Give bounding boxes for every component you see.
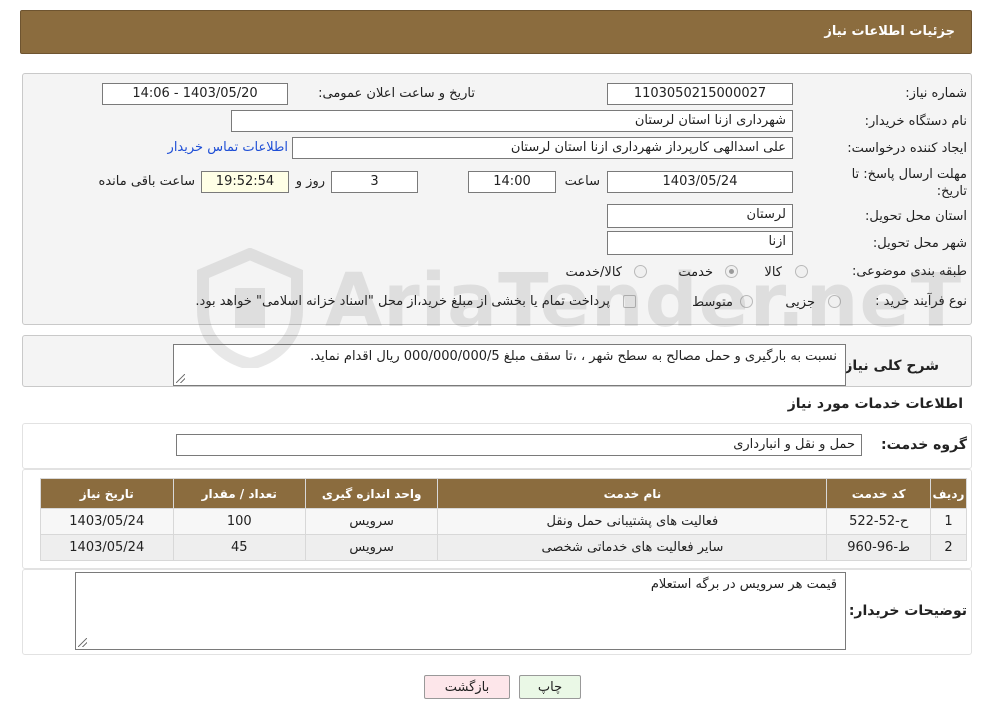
col-service-code: کد خدمت xyxy=(826,478,931,509)
col-row-number: ردیف xyxy=(929,478,968,509)
province-field[interactable]: لرستان xyxy=(607,204,793,228)
watermark: AriaTender.neT xyxy=(195,248,961,368)
cell-quantity: 100 xyxy=(172,508,306,535)
buyer-org-label: نام دستگاه خریدار: xyxy=(864,114,967,129)
announce-date-label: تاریخ و ساعت اعلان عمومی: xyxy=(318,86,475,101)
table-row[interactable]: 2 ط-96-960 سایر فعالیت های خدماتی شخصی س… xyxy=(40,534,968,561)
col-need-date: تاریخ نیاز xyxy=(40,478,174,509)
resize-grip-icon[interactable] xyxy=(78,638,87,647)
watermark-text: AriaTender.neT xyxy=(325,258,963,344)
buyer-org-field[interactable]: شهرداری ازنا استان لرستان xyxy=(231,110,793,132)
resize-grip-icon[interactable] xyxy=(176,374,185,383)
buyer-notes-textarea[interactable]: قیمت هر سرویس در برگه استعلام xyxy=(75,572,846,650)
col-service-name: نام خدمت xyxy=(437,478,828,509)
cell-row-number: 2 xyxy=(929,534,968,561)
print-button[interactable]: چاپ xyxy=(519,675,581,699)
creator-label: ایجاد کننده درخواست: xyxy=(847,141,967,156)
announce-date-field[interactable]: 1403/05/20 - 14:06 xyxy=(102,83,288,105)
service-group-label: گروه خدمت: xyxy=(881,437,967,453)
deadline-date-field[interactable]: 1403/05/24 xyxy=(607,171,793,193)
need-number-label: شماره نیاز: xyxy=(905,86,967,101)
cell-service-name: فعالیت های پشتیبانی حمل ونقل xyxy=(437,508,828,535)
deadline-label: مهلت ارسال پاسخ: تا تاریخ: xyxy=(851,167,967,199)
need-number-field[interactable]: 1103050215000027 xyxy=(607,83,793,105)
days-remaining-field[interactable]: 3 xyxy=(331,171,418,193)
col-unit: واحد اندازه گیری xyxy=(304,478,439,509)
summary-label: شرح کلی نیاز: xyxy=(838,358,939,374)
watermark-logo-icon xyxy=(197,248,303,368)
deadline-time-label: ساعت xyxy=(564,174,600,189)
cell-service-code: ح-52-522 xyxy=(826,508,931,535)
cell-quantity: 45 xyxy=(172,534,306,561)
buyer-notes-label: توضیحات خریدار: xyxy=(848,603,967,619)
services-table-header: ردیف کد خدمت نام خدمت واحد اندازه گیری ت… xyxy=(40,478,968,509)
buyer-contact-link[interactable]: اطلاعات تماس خریدار xyxy=(168,140,288,155)
table-row[interactable]: 1 ح-52-522 فعالیت های پشتیبانی حمل ونقل … xyxy=(40,508,968,535)
creator-field[interactable]: علی اسدالهی کارپرداز شهرداری ازنا استان … xyxy=(292,137,793,159)
city-label: شهر محل تحویل: xyxy=(872,236,967,251)
buyer-notes-text: قیمت هر سرویس در برگه استعلام xyxy=(650,577,837,592)
col-quantity: تعداد / مقدار xyxy=(172,478,306,509)
services-section-title: اطلاعات خدمات مورد نیاز xyxy=(787,396,963,412)
back-button[interactable]: بازگشت xyxy=(424,675,510,699)
days-label: روز و xyxy=(295,174,325,189)
cell-service-code: ط-96-960 xyxy=(826,534,931,561)
time-remaining-field: 19:52:54 xyxy=(201,171,289,193)
services-table: ردیف کد خدمت نام خدمت واحد اندازه گیری ت… xyxy=(40,478,968,561)
cell-row-number: 1 xyxy=(929,508,968,535)
service-group-field[interactable]: حمل و نقل و انبارداری xyxy=(176,434,862,456)
cell-unit: سرویس xyxy=(304,534,439,561)
cell-need-date: 1403/05/24 xyxy=(40,534,174,561)
page-title: جزئیات اطلاعات نیاز xyxy=(824,24,955,39)
time-remaining-label: ساعت باقی مانده xyxy=(98,174,195,189)
deadline-time-field[interactable]: 14:00 xyxy=(468,171,556,193)
province-label: استان محل تحویل: xyxy=(865,209,967,224)
cell-need-date: 1403/05/24 xyxy=(40,508,174,535)
page-header: جزئیات اطلاعات نیاز xyxy=(20,10,972,54)
cell-unit: سرویس xyxy=(304,508,439,535)
cell-service-name: سایر فعالیت های خدماتی شخصی xyxy=(437,534,828,561)
